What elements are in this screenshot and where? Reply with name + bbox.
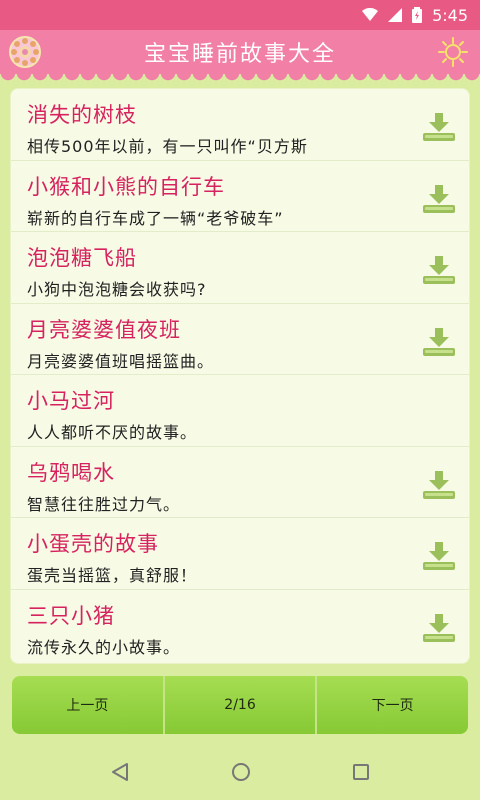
list-item[interactable]: 消失的树枝 相传500年以前，有一只叫作“贝方斯 <box>11 89 469 161</box>
list-item[interactable]: 乌鸦喝水 智慧往往胜过力气。 <box>11 447 469 518</box>
system-nav-bar <box>0 748 480 800</box>
flower-logo-icon[interactable] <box>8 35 42 69</box>
sun-icon[interactable] <box>436 35 470 69</box>
recents-icon[interactable] <box>351 762 371 786</box>
battery-icon <box>412 7 423 23</box>
story-title: 泡泡糖飞船 <box>27 246 137 270</box>
download-icon[interactable] <box>421 111 457 143</box>
story-description: 小狗中泡泡糖会收获吗? <box>27 280 207 299</box>
story-title: 乌鸦喝水 <box>27 460 115 485</box>
next-page-button[interactable]: 下一页 <box>317 676 468 734</box>
page-indicator: 2/16 <box>164 676 318 734</box>
clock-text: 5:45 <box>432 5 468 25</box>
prev-page-button[interactable]: 上一页 <box>12 676 165 734</box>
list-item[interactable]: 小蛋壳的故事 蛋壳当摇篮，真舒服！ <box>11 518 469 590</box>
story-title: 小蛋壳的故事 <box>27 532 159 556</box>
wifi-icon <box>362 8 379 22</box>
story-title: 三只小猪 <box>27 603 115 628</box>
status-bar: 5:45 <box>0 0 480 30</box>
title-scallop-border <box>0 73 480 81</box>
title-bar: 宝宝睡前故事大全 <box>0 30 480 81</box>
list-item[interactable]: 月亮婆婆值夜班 月亮婆婆值班唱摇篮曲。 <box>11 304 469 375</box>
download-icon[interactable] <box>421 612 457 644</box>
story-description: 蛋壳当摇篮，真舒服！ <box>27 566 198 585</box>
download-icon[interactable] <box>421 540 457 572</box>
page-title: 宝宝睡前故事大全 <box>143 42 336 67</box>
signal-icon <box>388 8 403 22</box>
story-title: 小马过河 <box>27 389 115 413</box>
download-icon[interactable] <box>421 254 457 286</box>
story-title: 月亮婆婆值夜班 <box>27 317 181 342</box>
download-icon[interactable] <box>421 469 457 501</box>
story-description: 智慧往往胜过力气。 <box>27 494 181 514</box>
story-description: 崭新的自行车成了一辆“老爷破车” <box>27 208 284 228</box>
list-item[interactable]: 三只小猪 流传永久的小故事。 <box>11 590 469 662</box>
download-icon[interactable] <box>421 183 457 215</box>
back-icon[interactable] <box>109 761 131 787</box>
story-list: 消失的树枝 相传500年以前，有一只叫作“贝方斯 小猴和小熊的自行车 崭新的自行… <box>10 88 470 664</box>
list-item[interactable]: 小猴和小熊的自行车 崭新的自行车成了一辆“老爷破车” <box>11 161 469 232</box>
story-description: 相传500年以前，有一只叫作“贝方斯 <box>27 137 308 156</box>
story-title: 消失的树枝 <box>27 103 137 127</box>
list-item[interactable]: 泡泡糖飞船 小狗中泡泡糖会收获吗? <box>11 232 469 304</box>
download-icon[interactable] <box>421 326 457 358</box>
home-icon[interactable] <box>230 761 252 787</box>
story-description: 人人都听不厌的故事。 <box>27 423 198 442</box>
pagination-bar: 上一页 2/16 下一页 <box>12 676 468 734</box>
story-description: 流传永久的小故事。 <box>27 637 181 657</box>
story-title: 小猴和小熊的自行车 <box>27 174 225 199</box>
story-description: 月亮婆婆值班唱摇篮曲。 <box>27 351 215 371</box>
list-item[interactable]: 小马过河 人人都听不厌的故事。 <box>11 375 469 447</box>
